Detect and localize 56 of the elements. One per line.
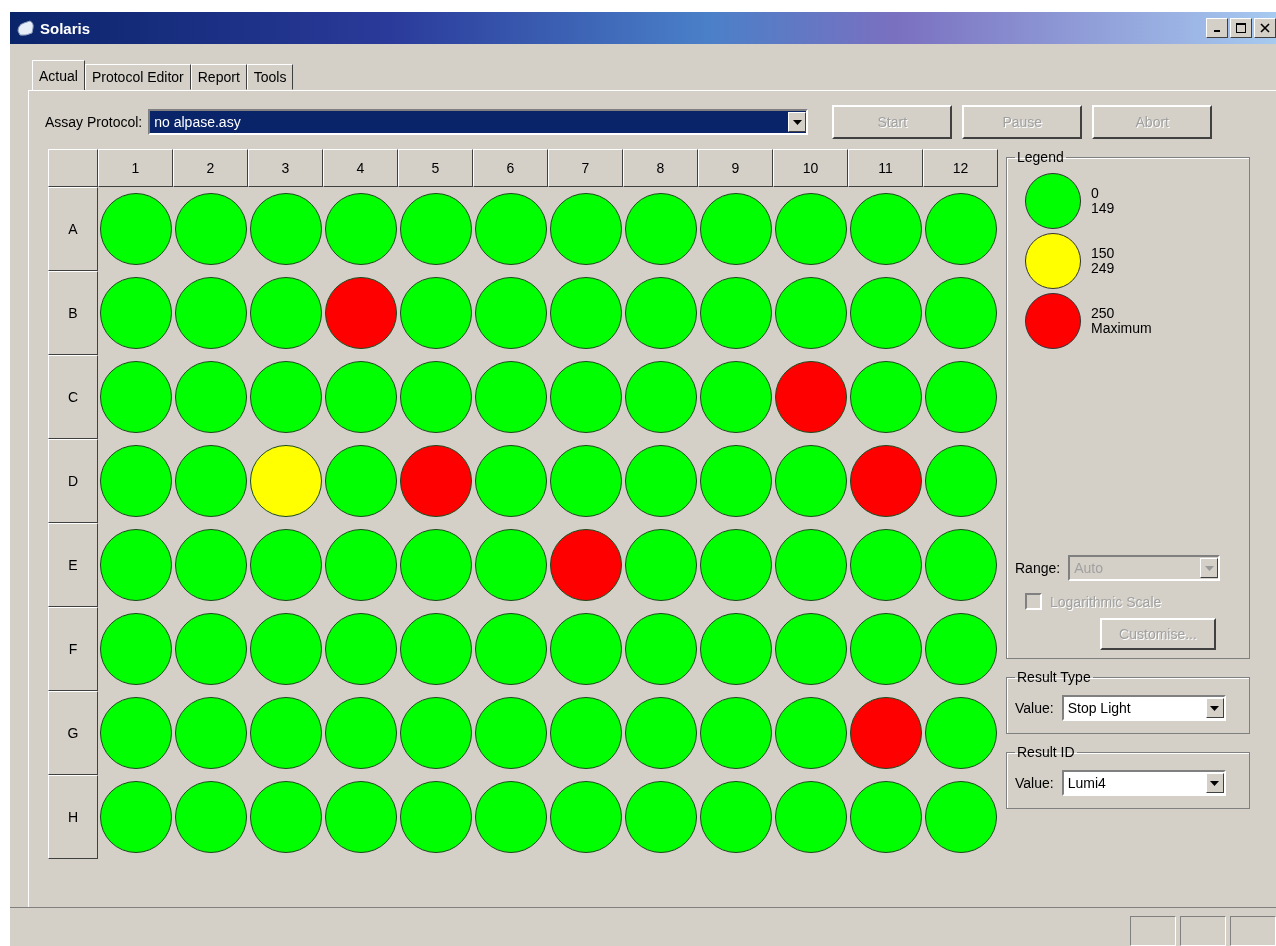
- close-button[interactable]: [1254, 18, 1276, 38]
- range-from: 0: [1091, 186, 1100, 201]
- column-header: 12: [923, 149, 998, 187]
- dropdown-arrow-icon: [1210, 780, 1220, 786]
- status-pane: [1180, 916, 1226, 946]
- dropdown-arrow-icon: [792, 119, 802, 125]
- column-header: 5: [398, 149, 473, 187]
- status-pane: [1130, 916, 1176, 946]
- value-dropdown[interactable]: Lumi4: [1061, 770, 1226, 796]
- value-label: Value:: [1015, 700, 1054, 716]
- status-pane: [1230, 916, 1276, 946]
- row-header: A: [48, 187, 98, 271]
- assay-protocol-label: Assay Protocol:: [45, 114, 143, 130]
- range-from: 150: [1091, 246, 1115, 261]
- close-icon: [1260, 23, 1270, 33]
- corner-header: [48, 149, 98, 187]
- column-header: 4: [323, 149, 398, 187]
- range-to: 249: [1091, 261, 1115, 276]
- tab[interactable]: Tools: [246, 64, 294, 90]
- column-header: 8: [623, 149, 698, 187]
- dropdown-arrow-icon: [1204, 565, 1214, 571]
- assay-protocol-dropdown[interactable]: no alpase.asy: [148, 109, 809, 135]
- group-title: Result Type: [1016, 669, 1092, 685]
- row-header: H: [48, 775, 98, 859]
- minimize-icon: [1214, 30, 1220, 32]
- value-label: Value:: [1015, 775, 1054, 791]
- row-header: B: [48, 271, 98, 355]
- row-header: C: [48, 355, 98, 439]
- app-icon: [16, 19, 36, 37]
- tab[interactable]: Report: [190, 64, 247, 90]
- maximize-button[interactable]: [1230, 18, 1252, 38]
- column-header: 10: [773, 149, 848, 187]
- group-title: Legend: [1016, 149, 1065, 165]
- group-title: Result ID: [1016, 744, 1076, 760]
- value-dropdown[interactable]: Stop Light: [1061, 695, 1226, 721]
- minimize-button[interactable]: [1206, 18, 1228, 38]
- column-header: 7: [548, 149, 623, 187]
- tab[interactable]: Protocol Editor: [84, 64, 191, 90]
- column-header: 2: [173, 149, 248, 187]
- row-header: G: [48, 691, 98, 775]
- window-title: Solaris: [40, 19, 91, 37]
- row-header: E: [48, 523, 98, 607]
- column-header: 3: [248, 149, 323, 187]
- dropdown-arrow-icon: [1210, 705, 1220, 711]
- tab[interactable]: Actual: [32, 60, 85, 90]
- column-header: 11: [848, 149, 923, 187]
- range-to: Maximum: [1091, 321, 1152, 336]
- column-header: 6: [473, 149, 548, 187]
- column-header: 9: [698, 149, 773, 187]
- column-header: 1: [98, 149, 173, 187]
- range-label: Range:: [1015, 560, 1061, 576]
- row-header: D: [48, 439, 98, 523]
- range-from: 250: [1091, 306, 1116, 321]
- range-to: 149: [1091, 201, 1115, 216]
- maximize-icon: [1236, 23, 1246, 33]
- row-header: F: [48, 607, 98, 691]
